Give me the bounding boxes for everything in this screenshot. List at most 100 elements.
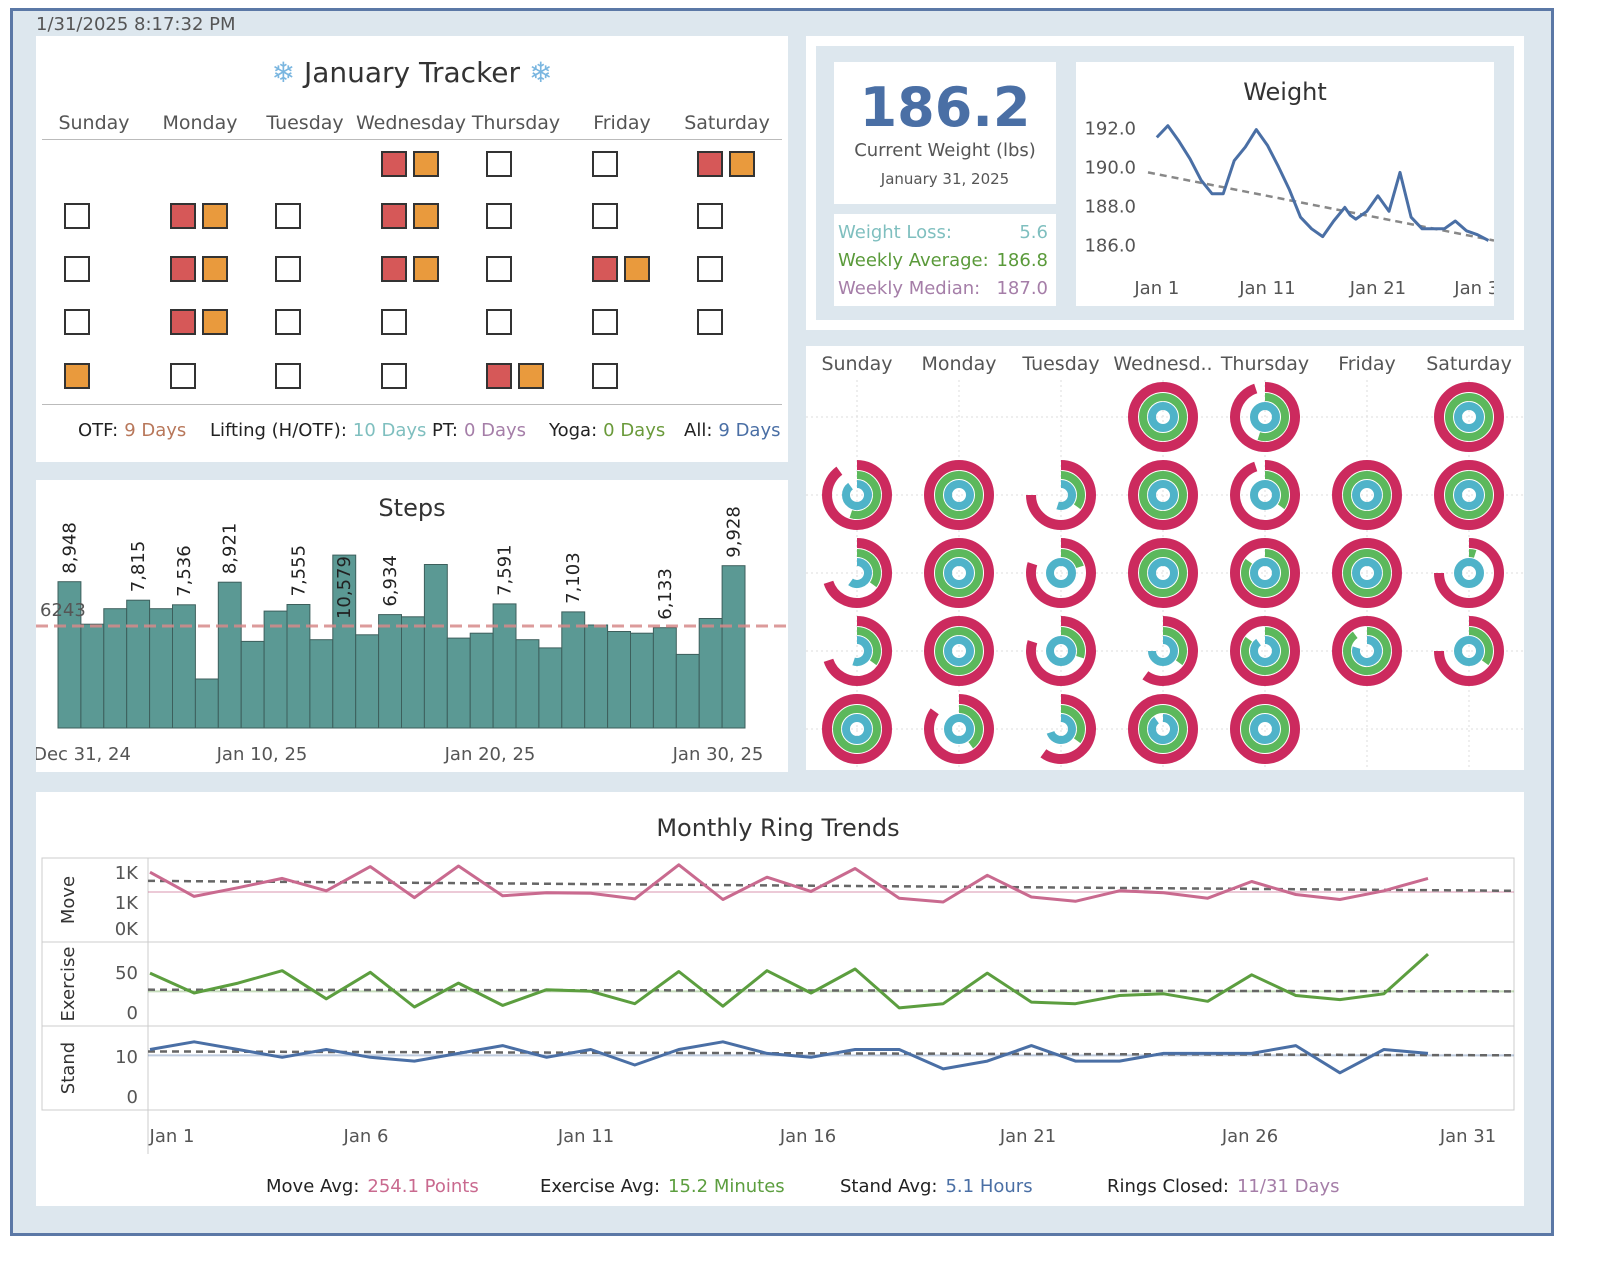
tracker-otf-box bbox=[170, 256, 196, 282]
tracker-summary-item: OTF: 9 Days bbox=[78, 420, 186, 441]
steps-bar bbox=[630, 632, 654, 729]
tracker-panel: ❄ January Tracker ❄ Sunday Monday Tuesday W… bbox=[36, 36, 788, 462]
trends-series-line bbox=[149, 952, 1430, 1010]
steps-bar bbox=[584, 624, 609, 729]
timestamp: 1/31/2025 8:17:32 PM bbox=[36, 14, 236, 35]
steps-bar bbox=[423, 564, 448, 729]
activity-ring bbox=[924, 538, 994, 608]
steps-panel: Steps 6243 8,948 7,815 7,536 8,921 7,555 10,579… bbox=[36, 480, 788, 772]
weight-x-tick: Jan 21 bbox=[1349, 278, 1406, 299]
tracker-summary-label: PT: bbox=[432, 420, 458, 441]
weight-x-tick: Jan 31 bbox=[1453, 278, 1494, 299]
trends-frame bbox=[41, 857, 1515, 1111]
tracker-otf-box bbox=[592, 256, 618, 282]
tracker-lifting-box bbox=[413, 256, 439, 282]
activity-rings-calendar: Sunday Monday Tuesday Wednesd.. Thursday Frid… bbox=[806, 353, 1524, 770]
weight-stat-value: 186.8 bbox=[996, 250, 1048, 271]
tracker-otf-box bbox=[486, 363, 512, 389]
steps-chart: Steps 6243 8,948 7,815 7,536 8,921 7,555 10,579… bbox=[36, 494, 788, 765]
tracker-summary-value: 9 Days bbox=[718, 420, 781, 441]
stand-ring bbox=[1250, 714, 1280, 744]
tracker-summary-value: 9 Days bbox=[124, 420, 187, 441]
ring-summary-label: Rings Closed: bbox=[1107, 1176, 1229, 1197]
snowflake-icon: ❄ bbox=[271, 56, 296, 89]
rings-day-header: Thursday bbox=[1220, 353, 1309, 375]
steps-bar bbox=[126, 599, 151, 729]
weight-y-tick: 190.0 bbox=[1084, 158, 1136, 179]
trends-panel-label: Move bbox=[58, 876, 79, 924]
ring-summary-item: Exercise Avg: 15.2 Minutes bbox=[540, 1176, 785, 1197]
steps-bar bbox=[469, 632, 494, 729]
tracker-summary-item: Yoga: 0 Days bbox=[549, 420, 665, 441]
rings-day-header: Sunday bbox=[821, 353, 892, 375]
tracker-otf-box bbox=[170, 203, 196, 229]
tracker-otf-box bbox=[381, 256, 407, 282]
steps-bar bbox=[401, 616, 425, 729]
tracker-empty-box bbox=[592, 203, 618, 229]
tracker-empty-box bbox=[64, 256, 90, 282]
tracker-empty-box bbox=[275, 203, 301, 229]
steps-bar bbox=[194, 678, 219, 729]
tracker-empty-box bbox=[64, 203, 90, 229]
tracker-summary-value: 10 Days bbox=[352, 420, 427, 441]
tracker-summary-value: 0 Days bbox=[603, 420, 666, 441]
ring-summary-item: Rings Closed: 11/31 Days bbox=[1107, 1176, 1339, 1197]
current-weight-label: Current Weight (lbs) bbox=[854, 140, 1036, 161]
steps-bar bbox=[675, 653, 700, 729]
steps-data-label: 7,555 bbox=[288, 545, 309, 597]
rings-day-header: Tuesday bbox=[1021, 353, 1099, 375]
trends-series-line bbox=[149, 1040, 1429, 1075]
tracker-summary-value: 0 Days bbox=[463, 420, 527, 441]
ring-summary-item: Move Avg: 254.1 Points bbox=[266, 1176, 479, 1197]
steps-bar bbox=[607, 631, 631, 729]
tracker-empty-box bbox=[592, 363, 618, 389]
ring-trends-chart: Monthly Ring Trends Move 1K 1K 0K Exercise 50 0… bbox=[41, 814, 1515, 1154]
steps-data-label: 6,934 bbox=[380, 555, 401, 607]
steps-bar bbox=[309, 639, 334, 729]
weight-stat-value: 187.0 bbox=[996, 278, 1048, 299]
weight-stats: Weight Loss: 5.6 Weekly Average: 186.8 Weekl… bbox=[834, 214, 1056, 306]
steps-bar bbox=[217, 581, 242, 729]
steps-x-tick: Dec 31, 24 bbox=[36, 744, 131, 765]
tracker-day-header: Sunday bbox=[58, 112, 130, 134]
tracker-empty-box bbox=[381, 309, 407, 335]
stand-ring bbox=[1056, 480, 1076, 510]
steps-bar bbox=[240, 640, 265, 729]
tracker-empty-box bbox=[275, 256, 301, 282]
tracker-otf-box bbox=[381, 203, 407, 229]
steps-bar bbox=[652, 627, 677, 729]
tracker-summary-item: PT: 0 Days bbox=[432, 420, 526, 441]
current-weight-date: January 31, 2025 bbox=[880, 170, 1010, 188]
steps-data-label: 10,579 bbox=[334, 556, 355, 619]
weight-stat-value: 5.6 bbox=[1019, 222, 1048, 243]
tracker-lifting-box bbox=[64, 363, 90, 389]
stand-ring bbox=[1454, 558, 1484, 588]
tracker-empty-box bbox=[486, 309, 512, 335]
tracker-summary-item: All: 9 Days bbox=[684, 420, 781, 441]
tracker-lifting-box bbox=[518, 363, 544, 389]
steps-x-tick: Jan 10, 25 bbox=[216, 744, 308, 765]
steps-data-label: 8,948 bbox=[59, 522, 80, 574]
steps-x-tick: Jan 20, 25 bbox=[444, 744, 536, 765]
steps-bar bbox=[80, 623, 105, 729]
steps-bar bbox=[561, 611, 586, 729]
rings-panel: Sunday Monday Tuesday Wednesd.. Thursday Frid… bbox=[806, 346, 1524, 770]
tracker-empty-box bbox=[592, 151, 618, 177]
weight-stat-label: Weight Loss: bbox=[838, 222, 952, 243]
steps-data-label: 7,103 bbox=[563, 552, 584, 604]
tracker-otf-box bbox=[381, 151, 407, 177]
tracker-empty-box bbox=[170, 363, 196, 389]
tracker-empty-box bbox=[697, 203, 723, 229]
tracker-otf-box bbox=[697, 151, 723, 177]
tracker-day-header: Wednesday bbox=[356, 112, 467, 134]
trends-x-tick: Jan 21 bbox=[999, 1126, 1056, 1147]
weight-chart-title: Weight bbox=[1243, 78, 1327, 106]
steps-data-label: 7,591 bbox=[495, 544, 516, 596]
trends-chart-title: Monthly Ring Trends bbox=[656, 814, 899, 842]
stand-ring bbox=[852, 636, 872, 666]
weight-y-tick: 186.0 bbox=[1084, 235, 1136, 256]
ring-summary-value: 5.1 Hours bbox=[945, 1176, 1033, 1197]
steps-bar bbox=[378, 614, 403, 729]
ring-trends-panel: Monthly Ring Trends Move 1K 1K 0K Exercise 50 0… bbox=[36, 792, 1524, 1206]
trends-x-tick: Jan 11 bbox=[557, 1126, 614, 1147]
